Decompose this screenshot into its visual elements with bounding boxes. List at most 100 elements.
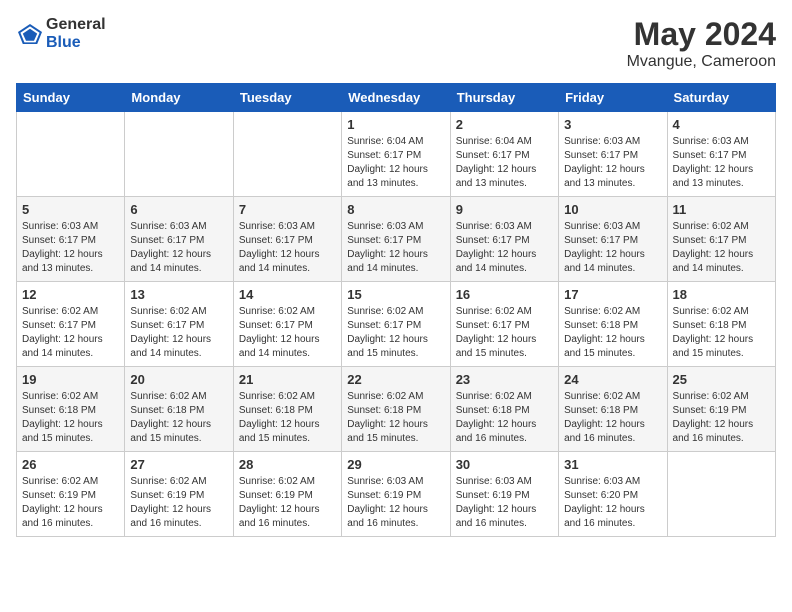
logo: General Blue bbox=[16, 16, 106, 51]
calendar-cell: 22 Sunrise: 6:02 AMSunset: 6:18 PMDayligh… bbox=[342, 367, 450, 452]
logo-icon bbox=[18, 24, 42, 44]
day-number: 12 bbox=[22, 287, 119, 302]
calendar-cell: 8Sunrise: 6:03 AMSunset: 6:17 PMDaylight… bbox=[342, 197, 450, 282]
column-header-saturday: Saturday bbox=[667, 84, 775, 112]
calendar-title: May 2024 bbox=[627, 16, 776, 53]
calendar-cell: 1 Sunrise: 6:04 AMSunset: 6:17 PMDaylight… bbox=[342, 112, 450, 197]
day-info: Sunrise: 6:02 AMSunset: 6:18 PMDaylight:… bbox=[130, 390, 227, 446]
calendar-cell: 9Sunrise: 6:03 AMSunset: 6:17 PMDaylight… bbox=[450, 197, 558, 282]
day-info: Sunrise: 6:04 AMSunset: 6:17 PMDaylight:… bbox=[456, 135, 553, 191]
calendar-subtitle: Mvangue, Cameroon bbox=[627, 53, 776, 71]
day-info: Sunrise: 6:03 AMSunset: 6:17 PMDaylight:… bbox=[673, 135, 770, 191]
day-info: Sunrise: 6:02 AMSunset: 6:19 PMDaylight:… bbox=[673, 390, 770, 446]
day-number: 18 bbox=[673, 287, 770, 302]
day-number: 7 bbox=[239, 202, 336, 217]
calendar-week-row: 12 Sunrise: 6:02 AMSunset: 6:17 PMDayligh… bbox=[17, 282, 776, 367]
calendar-cell: 23 Sunrise: 6:02 AMSunset: 6:18 PMDayligh… bbox=[450, 367, 558, 452]
day-number: 28 bbox=[239, 457, 336, 472]
day-info: Sunrise: 6:02 AMSunset: 6:17 PMDaylight:… bbox=[239, 305, 336, 361]
day-info: Sunrise: 6:03 AMSunset: 6:17 PMDaylight:… bbox=[456, 220, 553, 276]
day-number: 29 bbox=[347, 457, 444, 472]
day-info: Sunrise: 6:02 AMSunset: 6:19 PMDaylight:… bbox=[239, 475, 336, 531]
day-info: Sunrise: 6:02 AMSunset: 6:17 PMDaylight:… bbox=[347, 305, 444, 361]
calendar-cell: 27 Sunrise: 6:02 AMSunset: 6:19 PMDayligh… bbox=[125, 452, 233, 537]
day-info: Sunrise: 6:02 AMSunset: 6:18 PMDaylight:… bbox=[456, 390, 553, 446]
calendar-week-row: 1 Sunrise: 6:04 AMSunset: 6:17 PMDaylight… bbox=[17, 112, 776, 197]
column-header-monday: Monday bbox=[125, 84, 233, 112]
day-number: 23 bbox=[456, 372, 553, 387]
calendar-cell: 5 Sunrise: 6:03 AMSunset: 6:17 PMDaylight… bbox=[17, 197, 125, 282]
calendar-cell: 6 Sunrise: 6:03 AMSunset: 6:17 PMDaylight… bbox=[125, 197, 233, 282]
logo-general: General bbox=[46, 16, 106, 34]
calendar-cell: 12 Sunrise: 6:02 AMSunset: 6:17 PMDayligh… bbox=[17, 282, 125, 367]
day-number: 3 bbox=[564, 117, 661, 132]
column-header-thursday: Thursday bbox=[450, 84, 558, 112]
day-number: 17 bbox=[564, 287, 661, 302]
day-info: Sunrise: 6:03 AMSunset: 6:19 PMDaylight:… bbox=[347, 475, 444, 531]
calendar-cell: 17Sunrise: 6:02 AMSunset: 6:18 PMDayligh… bbox=[559, 282, 667, 367]
day-info: Sunrise: 6:03 AMSunset: 6:19 PMDaylight:… bbox=[456, 475, 553, 531]
day-number: 5 bbox=[22, 202, 119, 217]
day-info: Sunrise: 6:02 AMSunset: 6:18 PMDaylight:… bbox=[564, 390, 661, 446]
day-info: Sunrise: 6:02 AMSunset: 6:18 PMDaylight:… bbox=[347, 390, 444, 446]
calendar-cell bbox=[233, 112, 341, 197]
day-number: 24 bbox=[564, 372, 661, 387]
day-number: 4 bbox=[673, 117, 770, 132]
day-number: 26 bbox=[22, 457, 119, 472]
calendar-cell: 31 Sunrise: 6:03 AMSunset: 6:20 PMDayligh… bbox=[559, 452, 667, 537]
day-info: Sunrise: 6:02 AMSunset: 6:18 PMDaylight:… bbox=[673, 305, 770, 361]
calendar-cell: 3 Sunrise: 6:03 AMSunset: 6:17 PMDaylight… bbox=[559, 112, 667, 197]
calendar-cell: 13 Sunrise: 6:02 AMSunset: 6:17 PMDayligh… bbox=[125, 282, 233, 367]
calendar-cell: 10 Sunrise: 6:03 AMSunset: 6:17 PMDayligh… bbox=[559, 197, 667, 282]
day-number: 30 bbox=[456, 457, 553, 472]
day-info: Sunrise: 6:04 AMSunset: 6:17 PMDaylight:… bbox=[347, 135, 444, 191]
calendar-cell: 16 Sunrise: 6:02 AMSunset: 6:17 PMDayligh… bbox=[450, 282, 558, 367]
calendar-cell: 21Sunrise: 6:02 AMSunset: 6:18 PMDayligh… bbox=[233, 367, 341, 452]
calendar-cell: 28 Sunrise: 6:02 AMSunset: 6:19 PMDayligh… bbox=[233, 452, 341, 537]
calendar-cell: 2 Sunrise: 6:04 AMSunset: 6:17 PMDaylight… bbox=[450, 112, 558, 197]
day-info: Sunrise: 6:03 AMSunset: 6:20 PMDaylight:… bbox=[564, 475, 661, 531]
calendar-cell bbox=[667, 452, 775, 537]
calendar-week-row: 26 Sunrise: 6:02 AMSunset: 6:19 PMDayligh… bbox=[17, 452, 776, 537]
calendar-cell bbox=[17, 112, 125, 197]
day-info: Sunrise: 6:02 AMSunset: 6:17 PMDaylight:… bbox=[130, 305, 227, 361]
title-section: May 2024 Mvangue, Cameroon bbox=[627, 16, 776, 71]
page-header: General Blue May 2024 Mvangue, Cameroon bbox=[16, 16, 776, 71]
calendar-cell: 29 Sunrise: 6:03 AMSunset: 6:19 PMDayligh… bbox=[342, 452, 450, 537]
day-number: 11 bbox=[673, 202, 770, 217]
day-number: 31 bbox=[564, 457, 661, 472]
day-number: 6 bbox=[130, 202, 227, 217]
day-info: Sunrise: 6:02 AMSunset: 6:17 PMDaylight:… bbox=[456, 305, 553, 361]
calendar-cell: 15 Sunrise: 6:02 AMSunset: 6:17 PMDayligh… bbox=[342, 282, 450, 367]
calendar-cell: 11Sunrise: 6:02 AMSunset: 6:17 PMDayligh… bbox=[667, 197, 775, 282]
column-header-sunday: Sunday bbox=[17, 84, 125, 112]
day-info: Sunrise: 6:03 AMSunset: 6:17 PMDaylight:… bbox=[564, 135, 661, 191]
day-number: 15 bbox=[347, 287, 444, 302]
calendar-cell: 25 Sunrise: 6:02 AMSunset: 6:19 PMDayligh… bbox=[667, 367, 775, 452]
day-number: 25 bbox=[673, 372, 770, 387]
day-number: 20 bbox=[130, 372, 227, 387]
day-info: Sunrise: 6:03 AMSunset: 6:17 PMDaylight:… bbox=[130, 220, 227, 276]
day-number: 27 bbox=[130, 457, 227, 472]
calendar-cell bbox=[125, 112, 233, 197]
day-number: 19 bbox=[22, 372, 119, 387]
day-number: 13 bbox=[130, 287, 227, 302]
column-header-friday: Friday bbox=[559, 84, 667, 112]
day-info: Sunrise: 6:02 AMSunset: 6:17 PMDaylight:… bbox=[22, 305, 119, 361]
calendar-week-row: 5 Sunrise: 6:03 AMSunset: 6:17 PMDaylight… bbox=[17, 197, 776, 282]
day-info: Sunrise: 6:02 AMSunset: 6:19 PMDaylight:… bbox=[130, 475, 227, 531]
day-number: 1 bbox=[347, 117, 444, 132]
day-number: 2 bbox=[456, 117, 553, 132]
day-number: 10 bbox=[564, 202, 661, 217]
calendar-cell: 19Sunrise: 6:02 AMSunset: 6:18 PMDayligh… bbox=[17, 367, 125, 452]
day-number: 16 bbox=[456, 287, 553, 302]
day-number: 22 bbox=[347, 372, 444, 387]
day-info: Sunrise: 6:03 AMSunset: 6:17 PMDaylight:… bbox=[347, 220, 444, 276]
calendar-cell: 26Sunrise: 6:02 AMSunset: 6:19 PMDayligh… bbox=[17, 452, 125, 537]
calendar-week-row: 19 Sunrise: 6:02 AMSunset: 6:18 PMDayligh… bbox=[17, 367, 776, 452]
day-info: Sunrise: 6:03 AMSunset: 6:17 PMDaylight:… bbox=[564, 220, 661, 276]
calendar-header-row: SundayMondayTuesdayWednesdayThursdayFrid… bbox=[17, 84, 776, 112]
calendar-cell: 14Sunrise: 6:02 AMSunset: 6:17 PMDayligh… bbox=[233, 282, 341, 367]
day-info: Sunrise: 6:03 AMSunset: 6:17 PMDaylight:… bbox=[22, 220, 119, 276]
day-info: Sunrise: 6:03 AMSunset: 6:17 PMDaylight:… bbox=[239, 220, 336, 276]
